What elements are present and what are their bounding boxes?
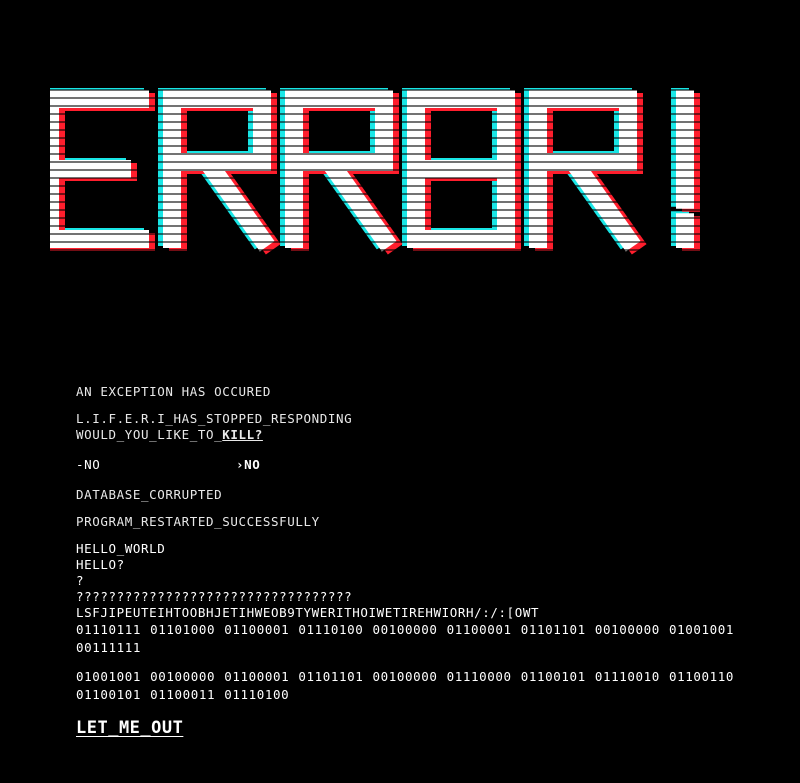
answer-options: -NO ›NO [76, 457, 788, 473]
title-scanlines [50, 89, 750, 251]
hello-line: HELLO? [76, 557, 125, 572]
restarted-message: PROGRAM_RESTARTED_SUCCESSFULLY [76, 514, 320, 529]
kill-prompt: WOULD_YOU_LIKE_TO_KILL? [76, 427, 788, 443]
binary-line-2: 01001001 00100000 01100001 01101101 0010… [76, 669, 735, 702]
database-message: DATABASE_CORRUPTED [76, 487, 223, 502]
option-no-2[interactable]: ›NO [236, 457, 260, 473]
option-no-1[interactable]: -NO [76, 457, 236, 473]
kill-prompt-prefix: WOULD_YOU_LIKE_TO_ [76, 427, 223, 442]
garbage-line: LSFJIPEUTEIHTOOBHJETIHWEOB9TYWERITHOIWET… [76, 605, 540, 620]
questions-line: ?????????????????????????????????? [76, 589, 353, 604]
exception-message: AN EXCEPTION HAS OCCURED [76, 384, 272, 399]
stopped-message: L.I.F.E.R.I_HAS_STOPPED_RESPONDING [76, 411, 353, 426]
kill-prompt-highlight: KILL? [222, 427, 263, 442]
let-me-out-link[interactable]: LET_ME_OUT [76, 720, 183, 737]
question-line: ? [76, 573, 85, 588]
console-output: AN EXCEPTION HAS OCCURED L.I.F.E.R.I_HAS… [76, 384, 788, 737]
hello-world-line: HELLO_WORLD [76, 541, 166, 556]
binary-line-1: 01110111 01101000 01100001 01110100 0010… [76, 622, 735, 655]
error-title-graphic [50, 88, 750, 255]
error-title [50, 85, 750, 255]
